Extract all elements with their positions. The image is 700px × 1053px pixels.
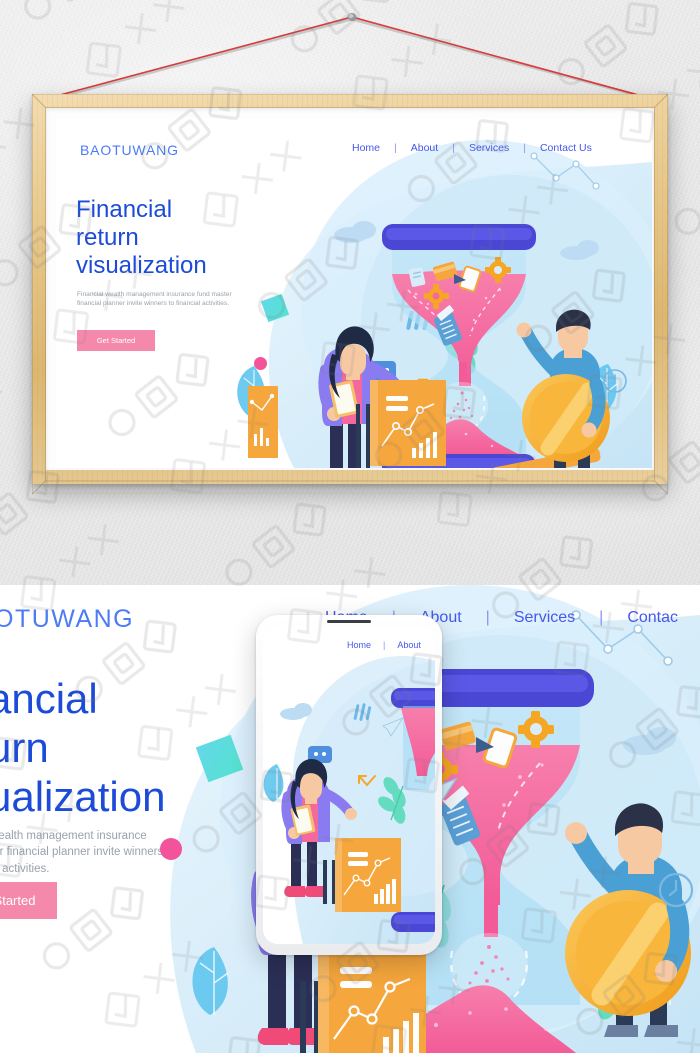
pink-dot-decor xyxy=(254,357,267,370)
phone-screen: Home | About xyxy=(263,626,435,944)
nav-item-about[interactable]: About xyxy=(411,142,438,154)
bottom-nav-item-services[interactable]: Services xyxy=(514,609,575,627)
nav-item-home[interactable]: Home xyxy=(352,142,380,154)
hero-headline-line-1: Financial xyxy=(76,196,173,223)
bottom-get-started-button[interactable]: Started xyxy=(0,882,57,919)
landing-page-artwork: BAOTUWANG Home | About | Services | Cont… xyxy=(56,118,652,468)
phone-screen-navigation: Home | About xyxy=(347,640,421,650)
phone-nav-item-about[interactable]: About xyxy=(397,640,421,650)
nav-item-services[interactable]: Services xyxy=(469,142,509,154)
phone-mockup[interactable]: Home | About xyxy=(256,615,442,955)
hero-subtext: Financial wealth management insurance fu… xyxy=(77,291,232,308)
bottom-hero-subtext: wealth management insurance ter financia… xyxy=(0,830,164,875)
picture-frame: BAOTUWANG Home | About | Services | Cont… xyxy=(32,94,668,495)
hero-headline-line-2: return xyxy=(76,224,139,251)
phone-nav-item-home[interactable]: Home xyxy=(347,640,371,650)
nav-separator-1: | xyxy=(394,142,397,154)
frame-mat: BAOTUWANG Home | About | Services | Cont… xyxy=(46,108,654,470)
hero-headline-line-3: visualization xyxy=(76,252,207,279)
phone-screen-illustration xyxy=(263,626,435,944)
bottom-preview-section: OTUWANG Home | About | Services | Contac… xyxy=(0,585,700,1053)
nav-item-contact[interactable]: Contact Us xyxy=(540,142,592,154)
phone-speaker xyxy=(327,620,371,623)
top-navigation: Home | About | Services | Contact Us xyxy=(352,142,592,154)
chart-board xyxy=(300,945,426,1053)
bottom-headline-line-3: ualization xyxy=(0,773,166,820)
bottom-nav-separator-2: | xyxy=(485,609,490,626)
nav-separator-3: | xyxy=(523,142,526,154)
nav-separator-2: | xyxy=(452,142,455,154)
bottom-pink-circle xyxy=(160,838,182,860)
phone-nav-separator: | xyxy=(383,640,386,650)
bottom-headline-line-1: ancial xyxy=(0,675,98,722)
brand-logo[interactable]: BAOTUWANG xyxy=(80,142,179,158)
side-chart-card xyxy=(248,386,278,458)
bottom-nav-item-contact[interactable]: Contac xyxy=(627,609,678,627)
bottom-nav-separator-3: | xyxy=(599,609,604,626)
bottom-headline-line-2: urn xyxy=(0,724,49,771)
bottom-brand-logo[interactable]: OTUWANG xyxy=(0,605,134,634)
get-started-button[interactable]: Get Started xyxy=(77,330,155,351)
